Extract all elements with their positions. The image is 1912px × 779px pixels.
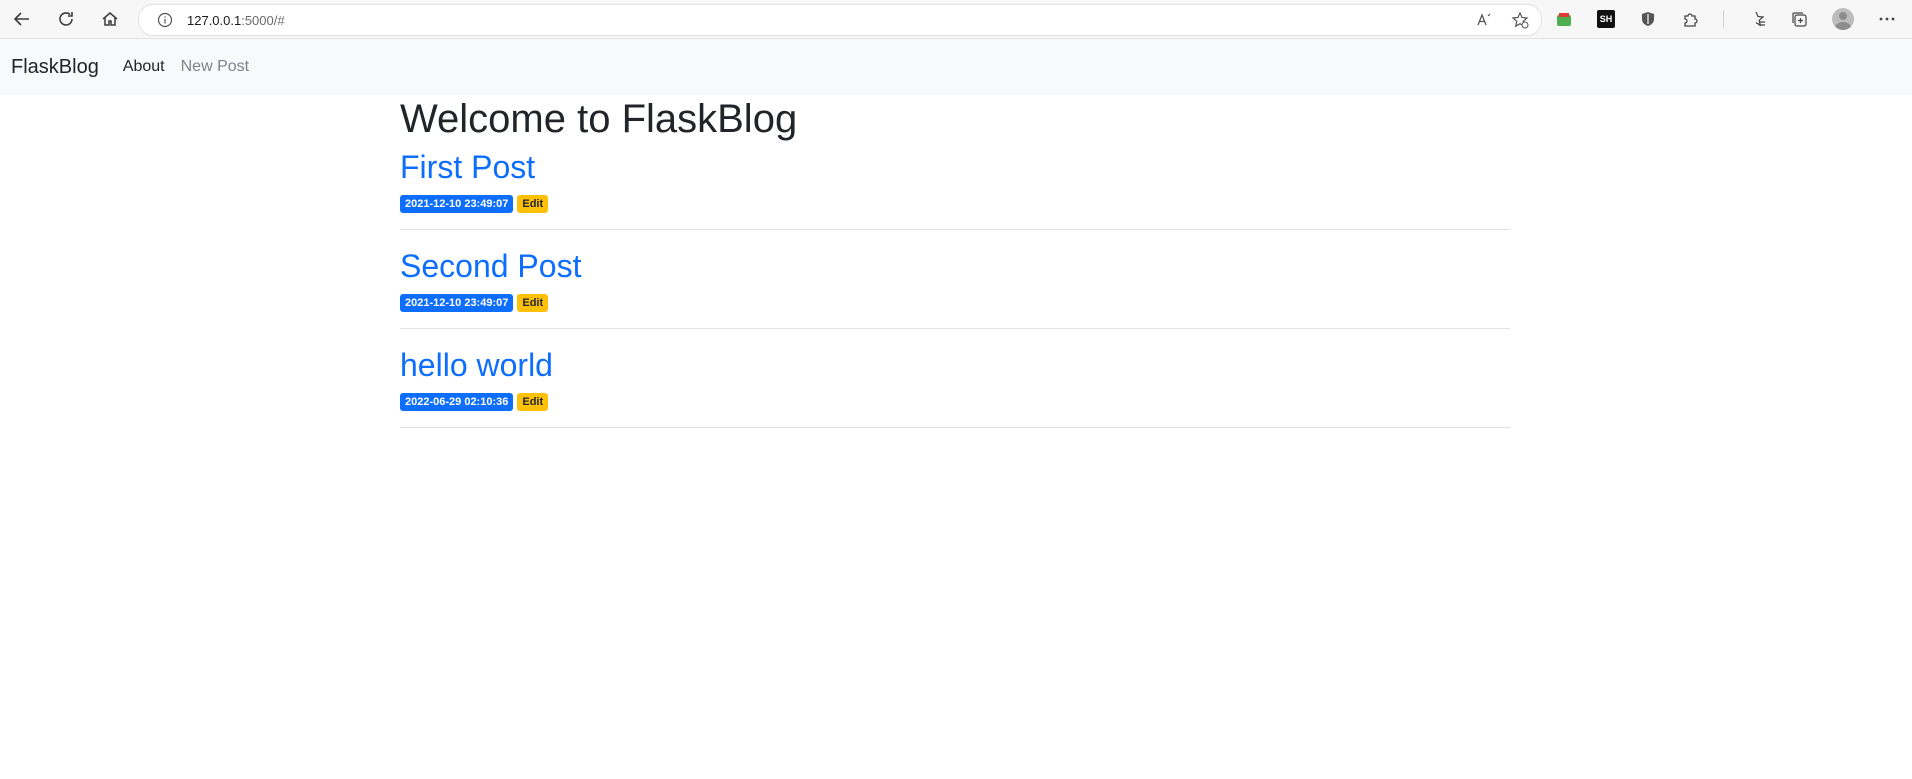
favorites-icon[interactable]: [1748, 10, 1766, 28]
post-title-link[interactable]: Second Post: [400, 246, 1510, 286]
extension-green-icon[interactable]: [1555, 10, 1573, 28]
post-item: Second Post 2021-12-10 23:49:07 Edit: [400, 246, 1510, 329]
back-icon: [13, 12, 29, 26]
shield-extension-icon[interactable]: [1639, 10, 1657, 28]
extensions-puzzle-icon[interactable]: [1681, 10, 1699, 28]
nav-link-new-post[interactable]: New Post: [181, 58, 249, 76]
info-icon[interactable]: [157, 12, 173, 28]
site-navbar: FlaskBlog About New Post: [0, 39, 1912, 95]
post-date-badge: 2021-12-10 23:49:07: [400, 294, 514, 312]
navbar-brand[interactable]: FlaskBlog: [11, 56, 99, 79]
post-date-badge: 2021-12-10 23:49:07: [400, 195, 514, 213]
post-title-link[interactable]: First Post: [400, 147, 1510, 187]
edit-badge-link[interactable]: Edit: [517, 393, 549, 411]
add-favorite-icon[interactable]: [1511, 11, 1529, 29]
browser-toolbar: 127.0.0.1:5000/# SH: [0, 0, 1912, 39]
collections-icon[interactable]: [1790, 10, 1808, 28]
edit-badge-link[interactable]: Edit: [517, 294, 549, 312]
post-title-link[interactable]: hello world: [400, 345, 1510, 385]
reload-button[interactable]: [44, 0, 88, 38]
sh-extension-icon[interactable]: SH: [1597, 10, 1615, 28]
reload-icon: [59, 12, 73, 26]
url-text: 127.0.0.1:5000/#: [187, 12, 285, 28]
read-aloud-icon[interactable]: [1475, 11, 1493, 29]
home-button[interactable]: [88, 0, 132, 38]
profile-avatar[interactable]: [1832, 8, 1854, 30]
nav-link-about[interactable]: About: [123, 58, 165, 76]
post-item: hello world 2022-06-29 02:10:36 Edit: [400, 345, 1510, 428]
back-button[interactable]: [0, 0, 44, 38]
page-title: Welcome to FlaskBlog: [400, 97, 798, 141]
more-menu-icon[interactable]: [1878, 10, 1896, 28]
main-content: Welcome to FlaskBlog First Post 2021-12-…: [400, 95, 1510, 444]
home-icon: [102, 12, 118, 26]
toolbar-divider: [1723, 10, 1724, 28]
edit-badge-link[interactable]: Edit: [517, 195, 549, 213]
post-date-badge: 2022-06-29 02:10:36: [400, 393, 514, 411]
post-item: First Post 2021-12-10 23:49:07 Edit: [400, 147, 1510, 230]
address-bar[interactable]: 127.0.0.1:5000/#: [138, 4, 1542, 36]
